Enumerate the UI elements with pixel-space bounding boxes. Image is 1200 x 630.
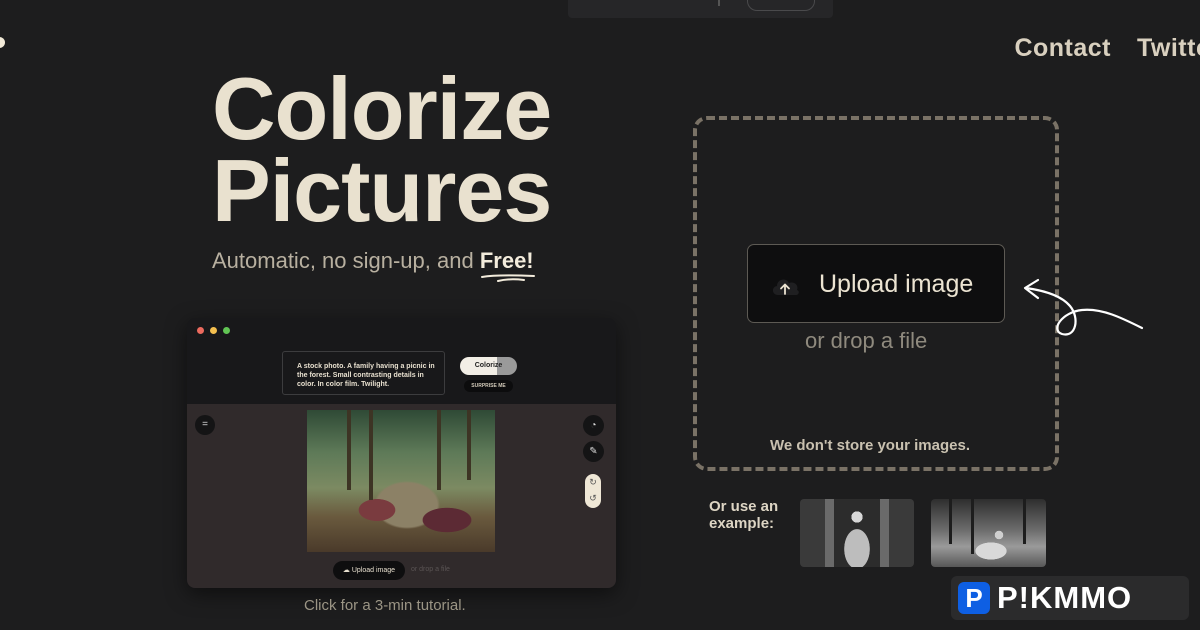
watermark-badge: P P!KMMO: [951, 576, 1189, 620]
nav-contact-link[interactable]: Contact: [1014, 34, 1111, 63]
demo-prompt-box: A stock photo. A family having a picnic …: [282, 351, 445, 395]
photo-tree: [347, 410, 351, 490]
photo-tree: [437, 410, 441, 490]
photo-tree: [369, 410, 373, 500]
top-bar-divider: [718, 0, 720, 6]
demo-family-photo: [307, 410, 495, 552]
top-bar-button[interactable]: [747, 0, 815, 11]
upload-image-label: Upload image: [819, 270, 974, 298]
hero-subtitle: Automatic, no sign-up, and Free!: [212, 248, 535, 282]
logo[interactable]: [0, 37, 5, 48]
upload-image-button[interactable]: Upload image: [747, 244, 1005, 323]
drop-file-text: or drop a file: [805, 328, 928, 353]
top-nav: Contact Twitter: [1014, 34, 1200, 63]
demo-pencil-icon: ✎: [583, 441, 604, 462]
demo-colorize-button: Colorize: [460, 357, 517, 375]
cloud-upload-icon: [772, 279, 799, 295]
photo-tree: [971, 499, 974, 554]
window-controls: [197, 327, 230, 334]
hero-title-line1: Colorize: [212, 59, 552, 158]
demo-palette-icon: ◔: [583, 415, 604, 436]
tutorial-link[interactable]: Click for a 3-min tutorial.: [304, 597, 466, 614]
demo-upload-button: ☁ Upload image: [333, 561, 405, 580]
underline-squiggle-icon: [480, 274, 535, 282]
hero-title-line2: Pictures: [212, 141, 552, 240]
examples-label-line1: Or use an: [709, 498, 779, 515]
examples-label: Or use an example:: [709, 498, 778, 532]
example-image-picnic[interactable]: [931, 499, 1046, 567]
tutorial-video-preview[interactable]: A stock photo. A family having a picnic …: [187, 318, 616, 588]
photo-tree: [1023, 499, 1026, 544]
window-close-dot: [197, 327, 204, 334]
demo-surprise-button: SURPRISE ME: [464, 380, 513, 392]
example-image-portrait[interactable]: [800, 499, 914, 567]
examples-label-line2: example:: [709, 515, 775, 532]
demo-upload-label: Upload image: [351, 567, 396, 574]
demo-drop-text: or drop a file: [411, 566, 450, 573]
watermark-logo-icon: P: [958, 582, 990, 614]
demo-undo-redo: ↻ ↺: [585, 474, 601, 508]
subtitle-text: Automatic, no sign-up, and: [212, 248, 480, 273]
demo-menu-icon: =: [195, 415, 215, 435]
nav-twitter-link[interactable]: Twitter: [1137, 34, 1200, 63]
hand-drawn-arrow-icon: [1023, 278, 1144, 336]
photo-tree: [467, 410, 471, 480]
window-maximize-dot: [223, 327, 230, 334]
free-text: Free!: [479, 248, 534, 273]
window-minimize-dot: [210, 327, 217, 334]
hero-title: Colorize Pictures: [212, 59, 612, 240]
demo-workspace: = ◔ ✎ ↻ ↺ ☁ Upload image or drop a file: [187, 404, 616, 588]
watermark-brand: P!KMMO: [997, 580, 1133, 615]
photo-tree: [949, 499, 952, 544]
privacy-notice: We don't store your images.: [770, 437, 970, 454]
subtitle-free: Free!: [479, 248, 535, 282]
top-search-bar: [568, 0, 833, 18]
